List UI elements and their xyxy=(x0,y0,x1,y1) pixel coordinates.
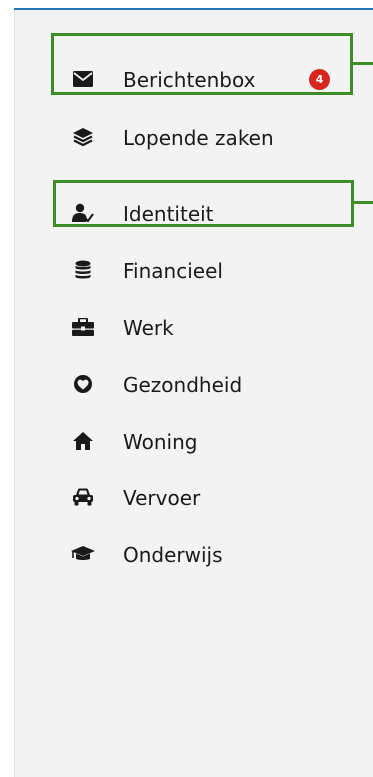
house-icon xyxy=(71,429,95,453)
sidebar-item-label: Identiteit xyxy=(123,202,214,226)
sidebar-item-label: Vervoer xyxy=(123,486,201,510)
sidebar-item-label: Lopende zaken xyxy=(123,126,274,150)
envelope-icon xyxy=(71,67,95,91)
callout-line-berichtenbox xyxy=(353,62,373,65)
layers-icon xyxy=(71,125,95,149)
sidebar-nav: Berichtenbox 4 Lopende zaken Identiteit … xyxy=(14,10,373,777)
sidebar-item-label: Woning xyxy=(123,430,198,454)
callout-line-identiteit xyxy=(354,201,373,204)
user-check-icon xyxy=(71,201,95,225)
sidebar-item-vervoer[interactable]: Vervoer xyxy=(15,475,355,519)
sidebar-item-label: Onderwijs xyxy=(123,543,223,567)
sidebar-item-label: Werk xyxy=(123,316,174,340)
car-icon xyxy=(71,485,95,509)
sidebar-item-woning[interactable]: Woning xyxy=(15,419,355,463)
graduation-cap-icon xyxy=(71,542,95,566)
coins-icon xyxy=(71,258,95,282)
sidebar-item-lopende-zaken[interactable]: Lopende zaken xyxy=(15,115,355,159)
sidebar-item-label: Berichtenbox xyxy=(123,68,256,92)
sidebar-item-gezondheid[interactable]: Gezondheid xyxy=(15,362,355,406)
sidebar-item-label: Financieel xyxy=(123,259,223,283)
sidebar-item-onderwijs[interactable]: Onderwijs xyxy=(15,532,355,576)
sidebar-item-werk[interactable]: Werk xyxy=(15,305,355,349)
sidebar-item-identiteit[interactable]: Identiteit xyxy=(15,191,355,235)
sidebar-item-financieel[interactable]: Financieel xyxy=(15,248,355,292)
unread-count-badge: 4 xyxy=(309,69,330,90)
heart-icon xyxy=(71,372,95,396)
briefcase-icon xyxy=(71,315,95,339)
sidebar-item-berichtenbox[interactable]: Berichtenbox 4 xyxy=(15,57,355,101)
page: Berichtenbox 4 Lopende zaken Identiteit … xyxy=(0,0,373,777)
sidebar-item-label: Gezondheid xyxy=(123,373,243,397)
